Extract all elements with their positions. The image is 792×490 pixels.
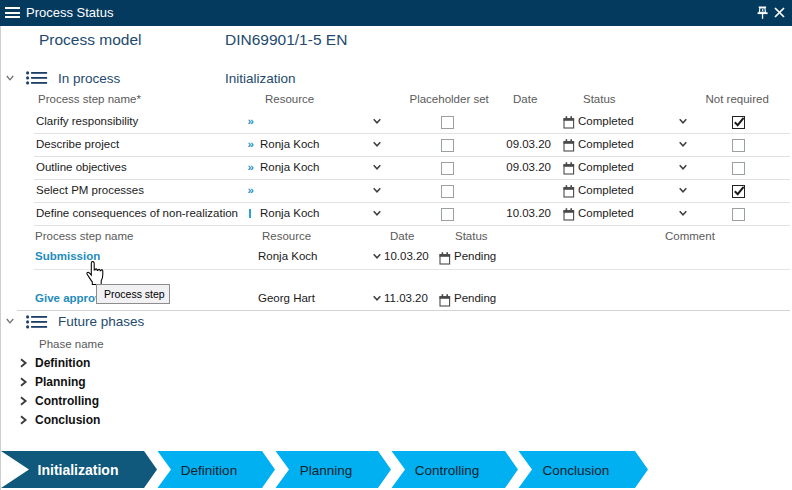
svg-text:Controlling: Controlling	[415, 463, 480, 478]
svg-text:Planning: Planning	[300, 463, 353, 478]
svg-text:Initialization: Initialization	[38, 462, 119, 478]
svg-text:Conclusion: Conclusion	[543, 463, 610, 478]
svg-text:Definition: Definition	[181, 463, 237, 478]
